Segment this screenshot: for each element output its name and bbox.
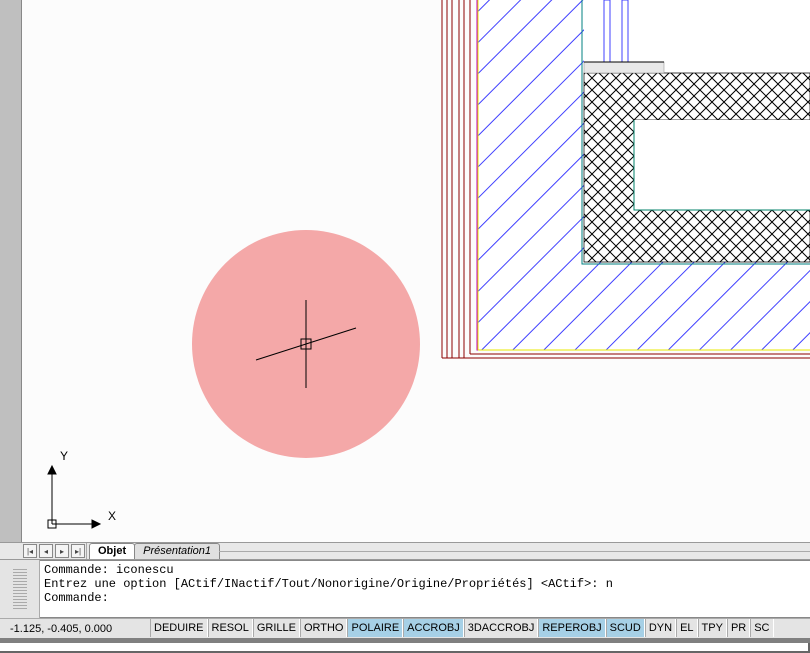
ucs-icon	[48, 466, 100, 528]
tab-nav-first[interactable]: |◂	[23, 544, 37, 558]
command-grip[interactable]	[0, 560, 40, 618]
bottom-border	[0, 638, 810, 643]
status-coordinates[interactable]: -1.125, -0.405, 0.000	[0, 623, 150, 635]
status-toggle-polaire[interactable]: POLAIRE	[347, 619, 403, 637]
tab-nav-next[interactable]: ▸	[55, 544, 69, 558]
command-window: Commande: iconescu Entrez une option [AC…	[0, 560, 810, 618]
status-toggle-pr[interactable]: PR	[727, 619, 750, 637]
building-corner[interactable]	[442, 0, 810, 358]
status-toggle-scud[interactable]: SCUD	[606, 619, 645, 637]
status-toggle-dyn[interactable]: DYN	[645, 619, 676, 637]
status-toggle-3daccrobj[interactable]: 3DACCROBJ	[464, 619, 539, 637]
drawing-canvas[interactable]: X Y	[22, 0, 810, 542]
status-toggle-tpy[interactable]: TPY	[698, 619, 727, 637]
status-toggle-sc[interactable]: SC	[750, 619, 773, 637]
command-prompt[interactable]: Commande:	[44, 591, 806, 605]
status-toggle-reperobj[interactable]: REPEROBJ	[538, 619, 605, 637]
status-toggle-resol[interactable]: RESOL	[208, 619, 253, 637]
status-toggle-deduire[interactable]: DEDUIRE	[150, 619, 208, 637]
tab-layout1[interactable]: Présentation1	[134, 543, 220, 559]
model-layout-tabbar: |◂ ◂ ▸ ▸| Objet Présentation1	[0, 542, 810, 560]
status-bar: -1.125, -0.405, 0.000 DEDUIRERESOLGRILLE…	[0, 618, 810, 638]
command-history-line: Commande: iconescu	[44, 563, 806, 577]
status-toggle-grille[interactable]: GRILLE	[253, 619, 300, 637]
tab-nav-prev[interactable]: ◂	[39, 544, 53, 558]
ucs-y-label: Y	[60, 449, 68, 463]
tab-model[interactable]: Objet	[89, 543, 135, 559]
cad-app-window: X Y |◂ ◂ ▸ ▸| Objet Présentation1 Comman…	[0, 0, 810, 653]
tab-nav-last[interactable]: ▸|	[71, 544, 85, 558]
command-history-line: Entrez une option [ACtif/INactif/Tout/No…	[44, 577, 806, 591]
command-body[interactable]: Commande: iconescu Entrez une option [AC…	[40, 560, 810, 618]
status-toggle-accrobj[interactable]: ACCROBJ	[403, 619, 464, 637]
left-gutter	[0, 0, 22, 542]
status-toggle-el[interactable]: EL	[676, 619, 697, 637]
ucs-x-label: X	[108, 509, 116, 523]
status-toggle-ortho[interactable]: ORTHO	[300, 619, 348, 637]
